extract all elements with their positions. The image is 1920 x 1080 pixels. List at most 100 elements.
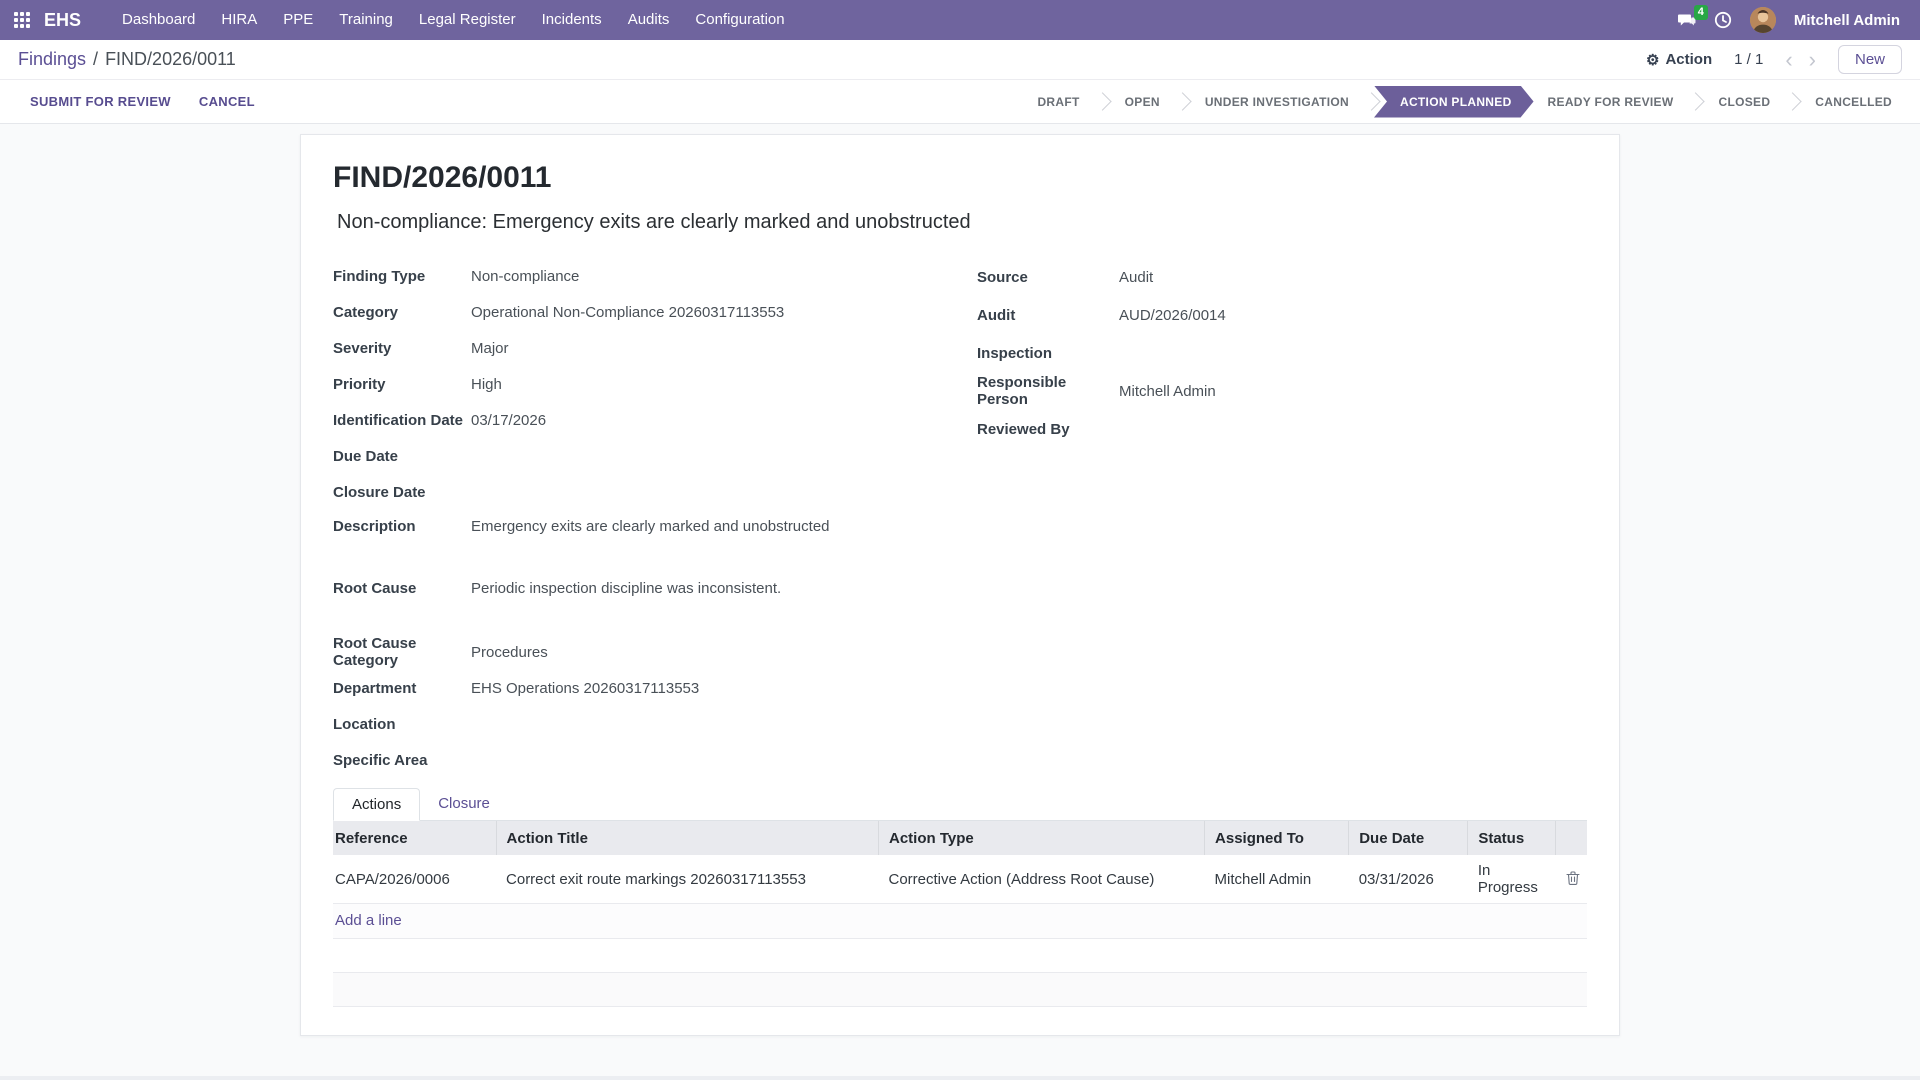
column-status[interactable]: Status [1468,821,1556,855]
cell-action-title[interactable]: Correct exit route markings 202603171135… [496,855,878,904]
cell-status[interactable]: In Progress [1468,855,1556,904]
field-label: Identification Date [333,412,471,429]
cancel-button[interactable]: CANCEL [199,94,255,109]
field-grid: Finding Type Non-compliance Category Ope… [333,258,1587,778]
app-brand[interactable]: EHS [44,10,81,31]
field-due-date: Due Date [333,438,977,474]
new-button[interactable]: New [1838,45,1902,74]
user-name[interactable]: Mitchell Admin [1794,12,1900,29]
field-value[interactable]: High [471,376,502,393]
empty-table-row [333,939,1587,973]
status-bar: SUBMIT FOR REVIEW CANCEL DRAFT OPEN UNDE… [0,80,1920,124]
add-a-line-link[interactable]: Add a line [335,912,402,929]
pager-previous-button[interactable]: ‹ [1785,49,1792,71]
apps-grid-icon[interactable] [14,12,30,28]
field-label: Department [333,680,471,697]
form-view: FIND/2026/0011 Non-compliance: Emergency… [0,124,1920,1080]
stage-pipeline: DRAFT OPEN UNDER INVESTIGATION ACTION PL… [1023,80,1906,124]
column-reference[interactable]: Reference [333,821,496,855]
record-subtitle[interactable]: Non-compliance: Emergency exits are clea… [337,211,1587,234]
field-value[interactable]: Non-compliance [471,268,579,285]
field-reviewed-by: Reviewed By [977,410,1587,448]
stage-action-planned-active[interactable]: ACTION PLANNED [1374,86,1534,118]
chevron-separator-icon [1093,92,1111,110]
field-value[interactable]: Operational Non-Compliance 2026031711355… [471,304,784,321]
record-pager: 1 / 1 [1734,51,1763,68]
field-value[interactable]: Procedures [471,644,548,661]
table-row[interactable]: CAPA/2026/0006 Correct exit route markin… [333,855,1587,904]
action-menu-label: Action [1665,51,1712,68]
field-root-cause-category: Root Cause Category Procedures [333,634,977,670]
cell-assigned-to[interactable]: Mitchell Admin [1205,855,1349,904]
field-value[interactable]: 03/17/2026 [471,412,546,429]
field-inspection: Inspection [977,334,1587,372]
chevron-separator-icon [1784,92,1802,110]
field-value[interactable]: EHS Operations 20260317113553 [471,680,699,697]
field-priority: Priority High [333,366,977,402]
field-responsible-person: Responsible Person Mitchell Admin [977,372,1587,410]
field-label: Responsible Person [977,374,1119,408]
nav-item-legal-register[interactable]: Legal Register [406,0,529,40]
nav-item-audits[interactable]: Audits [615,0,683,40]
column-delete [1556,821,1587,855]
field-severity: Severity Major [333,330,977,366]
field-label: Root Cause [333,580,471,597]
column-action-type[interactable]: Action Type [878,821,1204,855]
breadcrumb-bar: Findings / FIND/2026/0011 ⚙ Action 1 / 1… [0,40,1920,80]
chevron-separator-icon [1362,92,1380,110]
gear-icon: ⚙ [1646,51,1659,69]
column-assigned-to[interactable]: Assigned To [1205,821,1349,855]
cell-due-date[interactable]: 03/31/2026 [1349,855,1468,904]
field-category: Category Operational Non-Compliance 2026… [333,294,977,330]
stage-closed[interactable]: CLOSED [1704,95,1784,109]
field-label: Category [333,304,471,321]
breadcrumb-separator: / [93,49,98,70]
column-due-date[interactable]: Due Date [1349,821,1468,855]
activity-clock-button[interactable] [1714,11,1732,29]
field-label: Reviewed By [977,421,1119,438]
empty-table-row [333,973,1587,1007]
field-root-cause: Root Cause Periodic inspection disciplin… [333,572,977,634]
cell-reference[interactable]: CAPA/2026/0006 [333,855,496,904]
field-value[interactable]: Major [471,340,509,357]
field-value[interactable]: Emergency exits are clearly marked and u… [471,518,830,535]
tab-closure[interactable]: Closure [420,788,508,820]
nav-item-dashboard[interactable]: Dashboard [109,0,208,40]
empty-table-row [333,1007,1587,1055]
stage-under-investigation[interactable]: UNDER INVESTIGATION [1191,95,1363,109]
column-action-title[interactable]: Action Title [496,821,878,855]
breadcrumb-findings-link[interactable]: Findings [18,49,86,70]
actions-table: Reference Action Title Action Type Assig… [333,821,1587,904]
tab-actions[interactable]: Actions [333,788,420,821]
breadcrumb-current: FIND/2026/0011 [105,49,236,70]
nav-item-training[interactable]: Training [326,0,406,40]
field-label: Inspection [977,345,1119,362]
nav-item-hira[interactable]: HIRA [208,0,270,40]
nav-item-ppe[interactable]: PPE [270,0,326,40]
messages-count-badge: 4 [1694,5,1708,20]
notebook-tabs: Actions Closure [333,788,1587,821]
stage-ready-for-review[interactable]: READY FOR REVIEW [1534,95,1688,109]
pager-next-button[interactable]: › [1809,49,1816,71]
action-menu-button[interactable]: ⚙ Action [1646,51,1712,69]
nav-item-configuration[interactable]: Configuration [682,0,797,40]
field-identification-date: Identification Date 03/17/2026 [333,402,977,438]
field-label: Finding Type [333,268,471,285]
user-menu[interactable] [1750,7,1776,33]
messages-button[interactable]: 4 [1677,12,1696,28]
cell-action-type[interactable]: Corrective Action (Address Root Cause) [878,855,1204,904]
trash-icon[interactable] [1566,870,1580,885]
field-location: Location [333,706,977,742]
stage-cancelled[interactable]: CANCELLED [1801,95,1906,109]
field-department: Department EHS Operations 20260317113553 [333,670,977,706]
field-value[interactable]: Periodic inspection discipline was incon… [471,580,781,597]
chevron-separator-icon [1687,92,1705,110]
stage-open[interactable]: OPEN [1111,95,1174,109]
field-value[interactable]: Audit [1119,269,1153,286]
submit-for-review-button[interactable]: SUBMIT FOR REVIEW [30,94,171,109]
field-label: Due Date [333,448,471,465]
nav-item-incidents[interactable]: Incidents [529,0,615,40]
field-value[interactable]: AUD/2026/0014 [1119,307,1226,324]
stage-draft[interactable]: DRAFT [1023,95,1093,109]
field-value[interactable]: Mitchell Admin [1119,383,1216,400]
